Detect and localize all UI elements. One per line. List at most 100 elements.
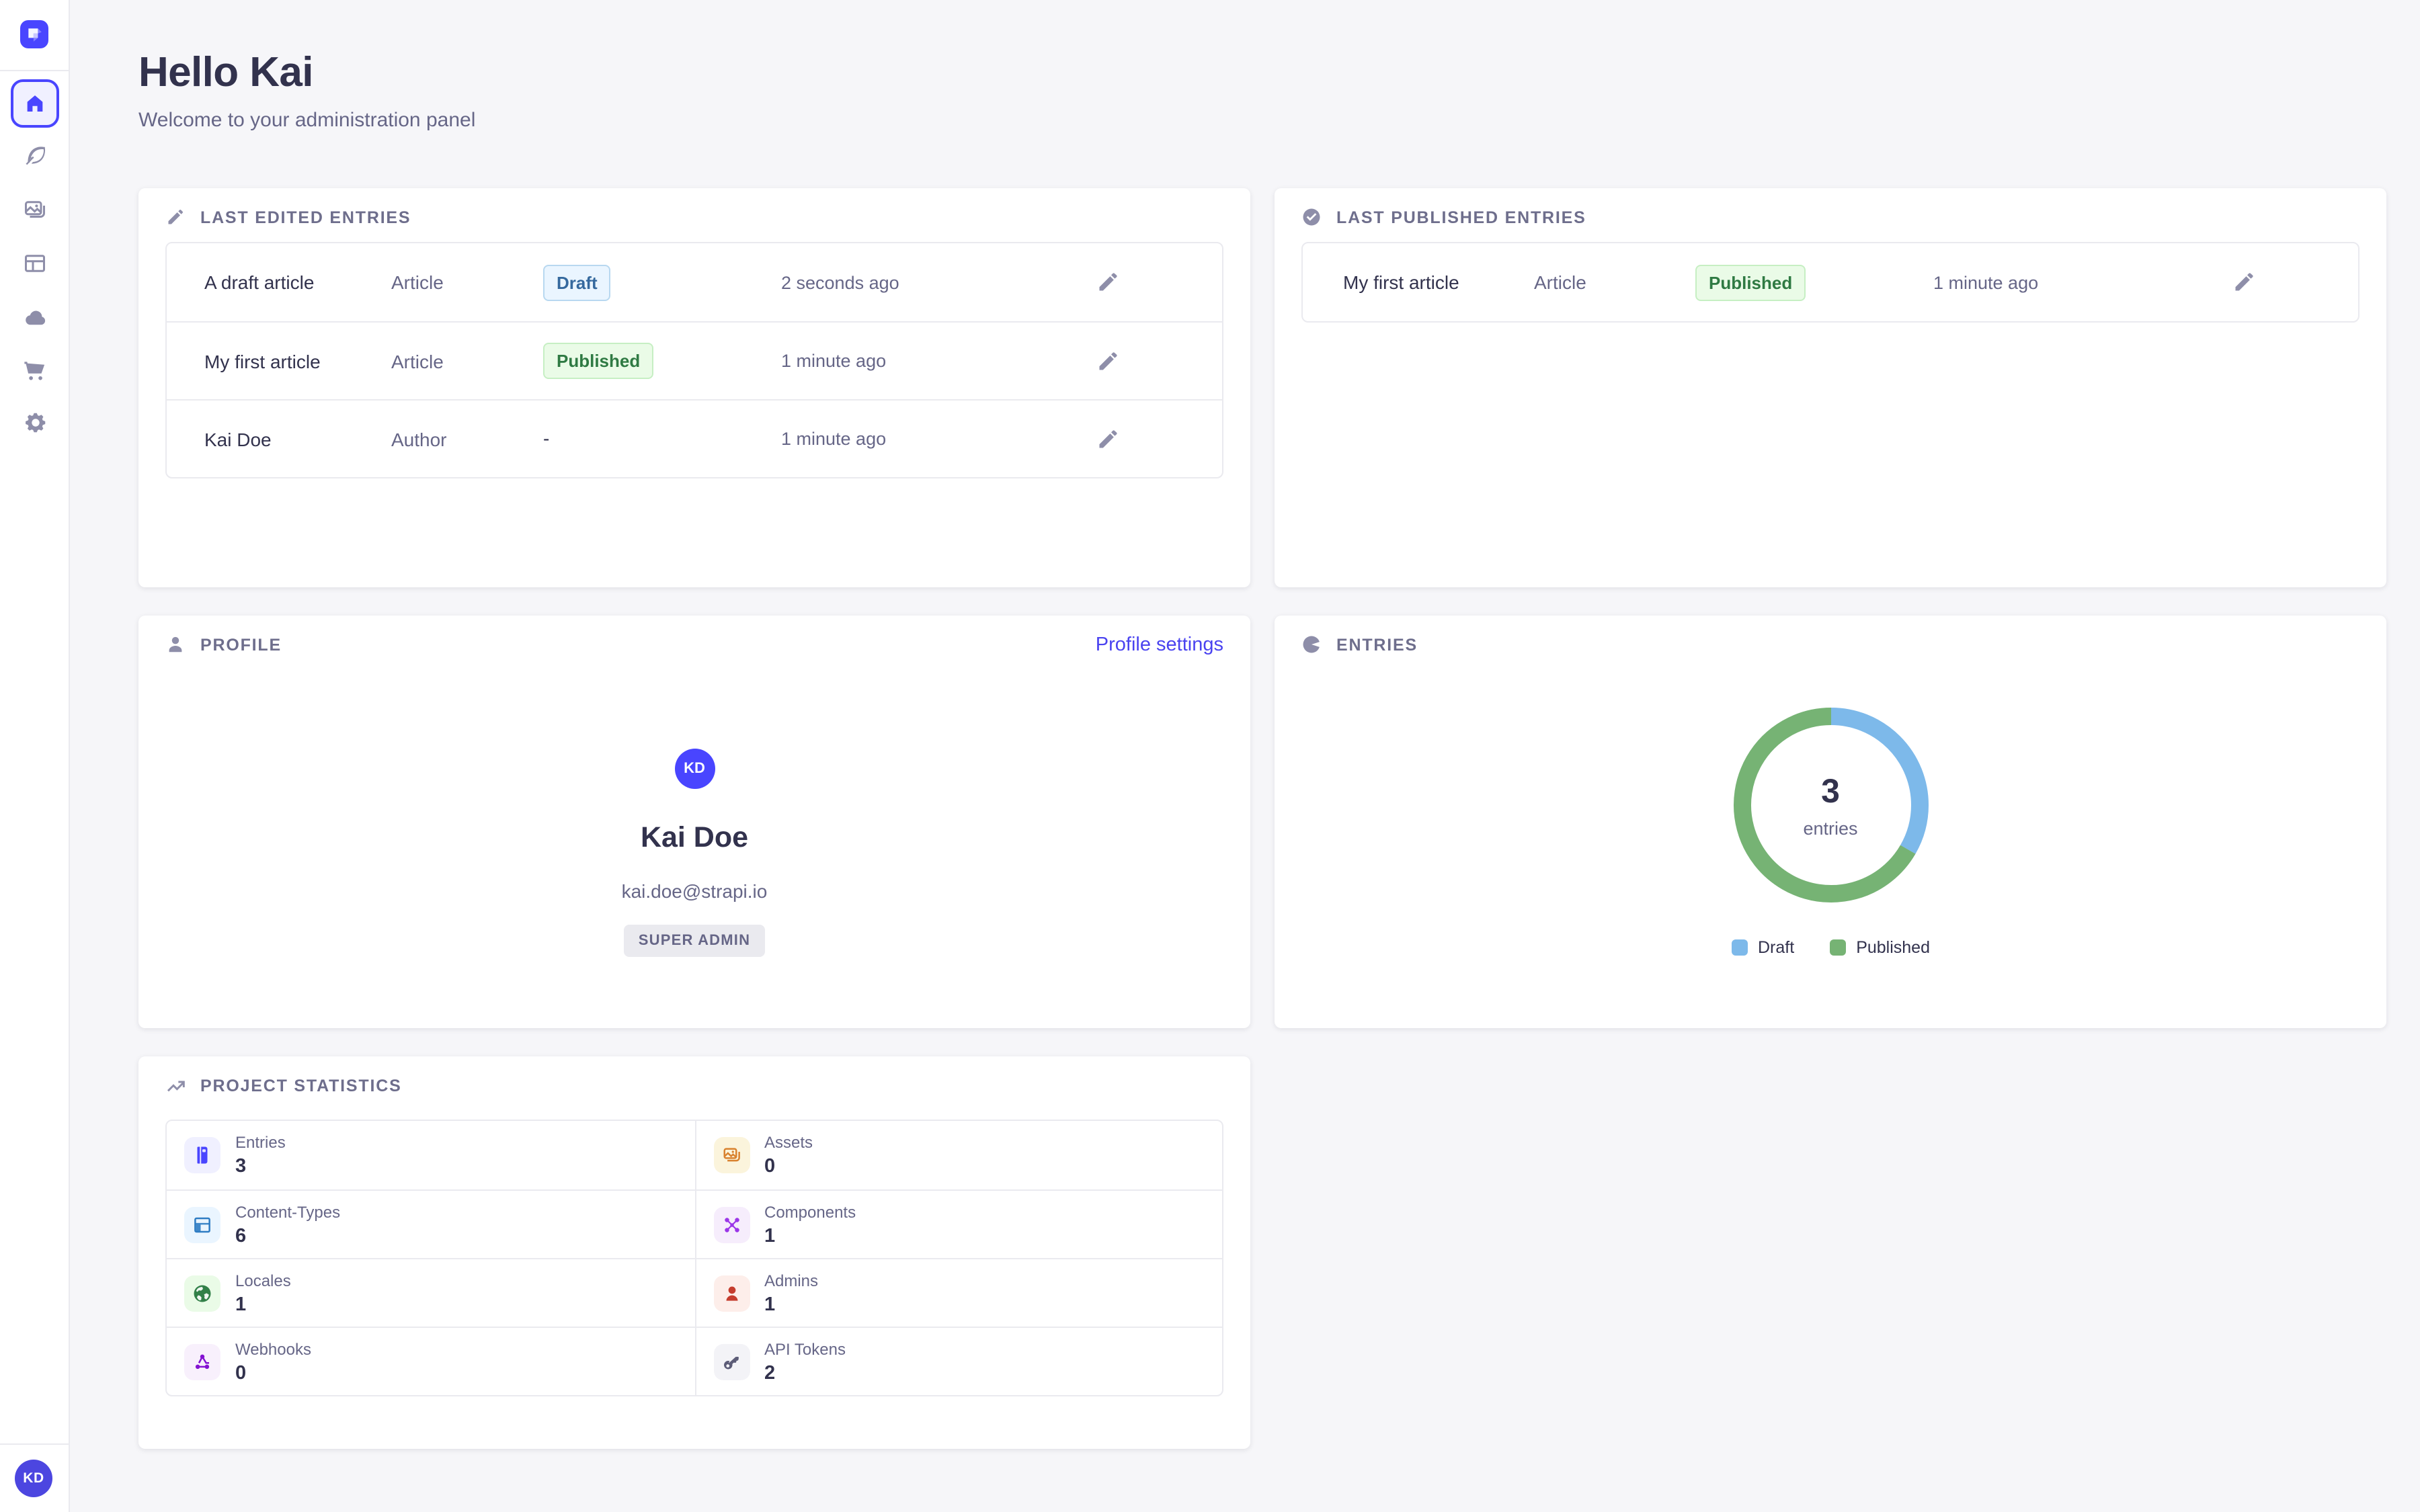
entry-name: Kai Doe [167,428,391,450]
stat-value: 1 [764,1294,818,1315]
locales-icon [184,1275,220,1311]
stat-value: 1 [764,1225,856,1247]
card-title: PROFILE [200,636,282,655]
card-title: PROJECT STATISTICS [200,1077,402,1095]
check-circle-icon [1301,207,1323,228]
card-title: ENTRIES [1336,636,1418,655]
last-edited-table: A draft article Article Draft 2 seconds … [165,242,1223,478]
sidebar-item-settings[interactable] [0,410,70,434]
sidebar-divider-bottom [0,1443,70,1445]
chart-legend: Draft Published [1275,938,2386,957]
entry-type: Article [391,271,543,293]
admins-icon [713,1275,750,1311]
entry-time: 1 minute ago [1933,272,2230,292]
user-avatar[interactable]: KD [15,1460,52,1497]
stat-admins: Admins 1 [694,1258,1222,1327]
stat-webhooks: Webhooks 0 [167,1327,694,1395]
sidebar-divider-top [0,70,70,71]
stat-value: 1 [235,1294,291,1315]
entry-name: A draft article [167,271,391,293]
sidebar-item-media-library[interactable] [0,198,70,222]
profile-card: PROFILE Profile settings KD Kai Doe kai.… [138,616,1250,1028]
stat-label: Entries [235,1133,286,1152]
stat-api-tokens: API Tokens 2 [694,1327,1222,1395]
donut-svg [1732,707,1929,903]
published-swatch [1829,939,1845,956]
home-icon [24,93,46,114]
person-icon [165,634,187,656]
table-row: A draft article Article Draft 2 seconds … [167,243,1222,321]
page-title: Hello Kai [138,48,475,97]
edit-entry-button[interactable] [1094,347,1121,374]
entries-icon [184,1137,220,1173]
card-title: LAST PUBLISHED ENTRIES [1336,208,1586,227]
card-header: LAST EDITED ENTRIES [165,207,1223,228]
stat-components: Components1 [694,1189,1222,1258]
status-badge: Draft [543,264,611,300]
stat-value: 0 [235,1362,311,1384]
stat-locales: Locales1 [167,1258,694,1327]
stat-label: Webhooks [235,1339,311,1358]
edit-entry-button[interactable] [1094,269,1121,296]
edit-entry-button[interactable] [2230,269,2257,296]
sidebar-item-content-type-builder[interactable] [0,251,70,276]
edit-entry-button[interactable] [1094,425,1121,452]
legend-label: Draft [1758,938,1794,957]
card-title: LAST EDITED ENTRIES [200,208,411,227]
strapi-logo[interactable] [20,20,48,48]
entry-type: Article [1534,271,1695,293]
trending-up-icon [165,1075,187,1097]
entry-status: Published [1695,264,1933,300]
sidebar-item-marketplace[interactable] [0,358,70,382]
stat-value: 0 [764,1156,813,1177]
deploy-cloud-icon [22,304,48,330]
pie-chart-icon [1301,634,1323,656]
strapi-logo-icon [26,26,43,43]
stat-label: Admins [764,1271,818,1290]
page-header: Hello Kai Welcome to your administration… [138,48,475,132]
profile-settings-link[interactable]: Profile settings [1096,634,1223,656]
table-row: My first article Article Published 1 min… [167,321,1222,399]
table-row: My first article Article Published 1 min… [1303,243,2358,321]
api-tokens-icon [713,1343,750,1380]
entry-status: Published [543,343,781,379]
card-header: ENTRIES [1301,634,2360,656]
stat-assets: Assets 0 [694,1121,1222,1189]
pencil-icon [165,207,187,228]
sidebar-item-deploy[interactable] [0,305,70,329]
content-types-icon [184,1206,220,1243]
content-feather-icon [23,144,47,168]
strapi-admin-dashboard: KD Hello Kai Welcome to your administrat… [0,0,2420,1512]
entries-donut-chart [1275,707,2386,903]
card-header: PROFILE Profile settings [165,634,1223,656]
stat-label: API Tokens [764,1339,846,1358]
profile-avatar: KD [674,749,715,789]
components-icon [713,1206,750,1243]
last-published-table: My first article Article Published 1 min… [1301,242,2360,323]
table-row: Kai Doe Author - 1 minute ago [167,399,1222,477]
status-badge: Published [1695,264,1806,300]
stat-label: Assets [764,1133,813,1152]
last-published-entries-card: LAST PUBLISHED ENTRIES My first article … [1275,188,2386,587]
webhooks-icon [184,1343,220,1380]
marketplace-cart-icon [22,357,48,382]
entry-name: My first article [1303,271,1534,293]
entry-type: Article [391,350,543,372]
stat-entries: Entries3 [167,1121,694,1189]
sidebar: KD [0,0,70,1512]
last-edited-entries-card: LAST EDITED ENTRIES A draft article Arti… [138,188,1250,587]
stat-value: 2 [764,1362,846,1384]
content-type-builder-icon [23,251,47,276]
sidebar-item-content-manager[interactable] [0,144,70,168]
profile-name: Kai Doe [641,821,748,855]
legend-item-draft: Draft [1731,938,1794,957]
stat-label: Content-Types [235,1202,340,1221]
entries-chart-card: ENTRIES 3 entries Draft Publishe [1275,616,2386,1028]
card-header: PROJECT STATISTICS [165,1075,1223,1097]
sidebar-item-home[interactable] [11,79,59,128]
assets-icon [713,1137,750,1173]
entry-type: Author [391,428,543,450]
stat-value: 6 [235,1225,340,1247]
profile-email: kai.doe@strapi.io [622,880,768,902]
main-content: Hello Kai Welcome to your administration… [70,0,2420,1512]
